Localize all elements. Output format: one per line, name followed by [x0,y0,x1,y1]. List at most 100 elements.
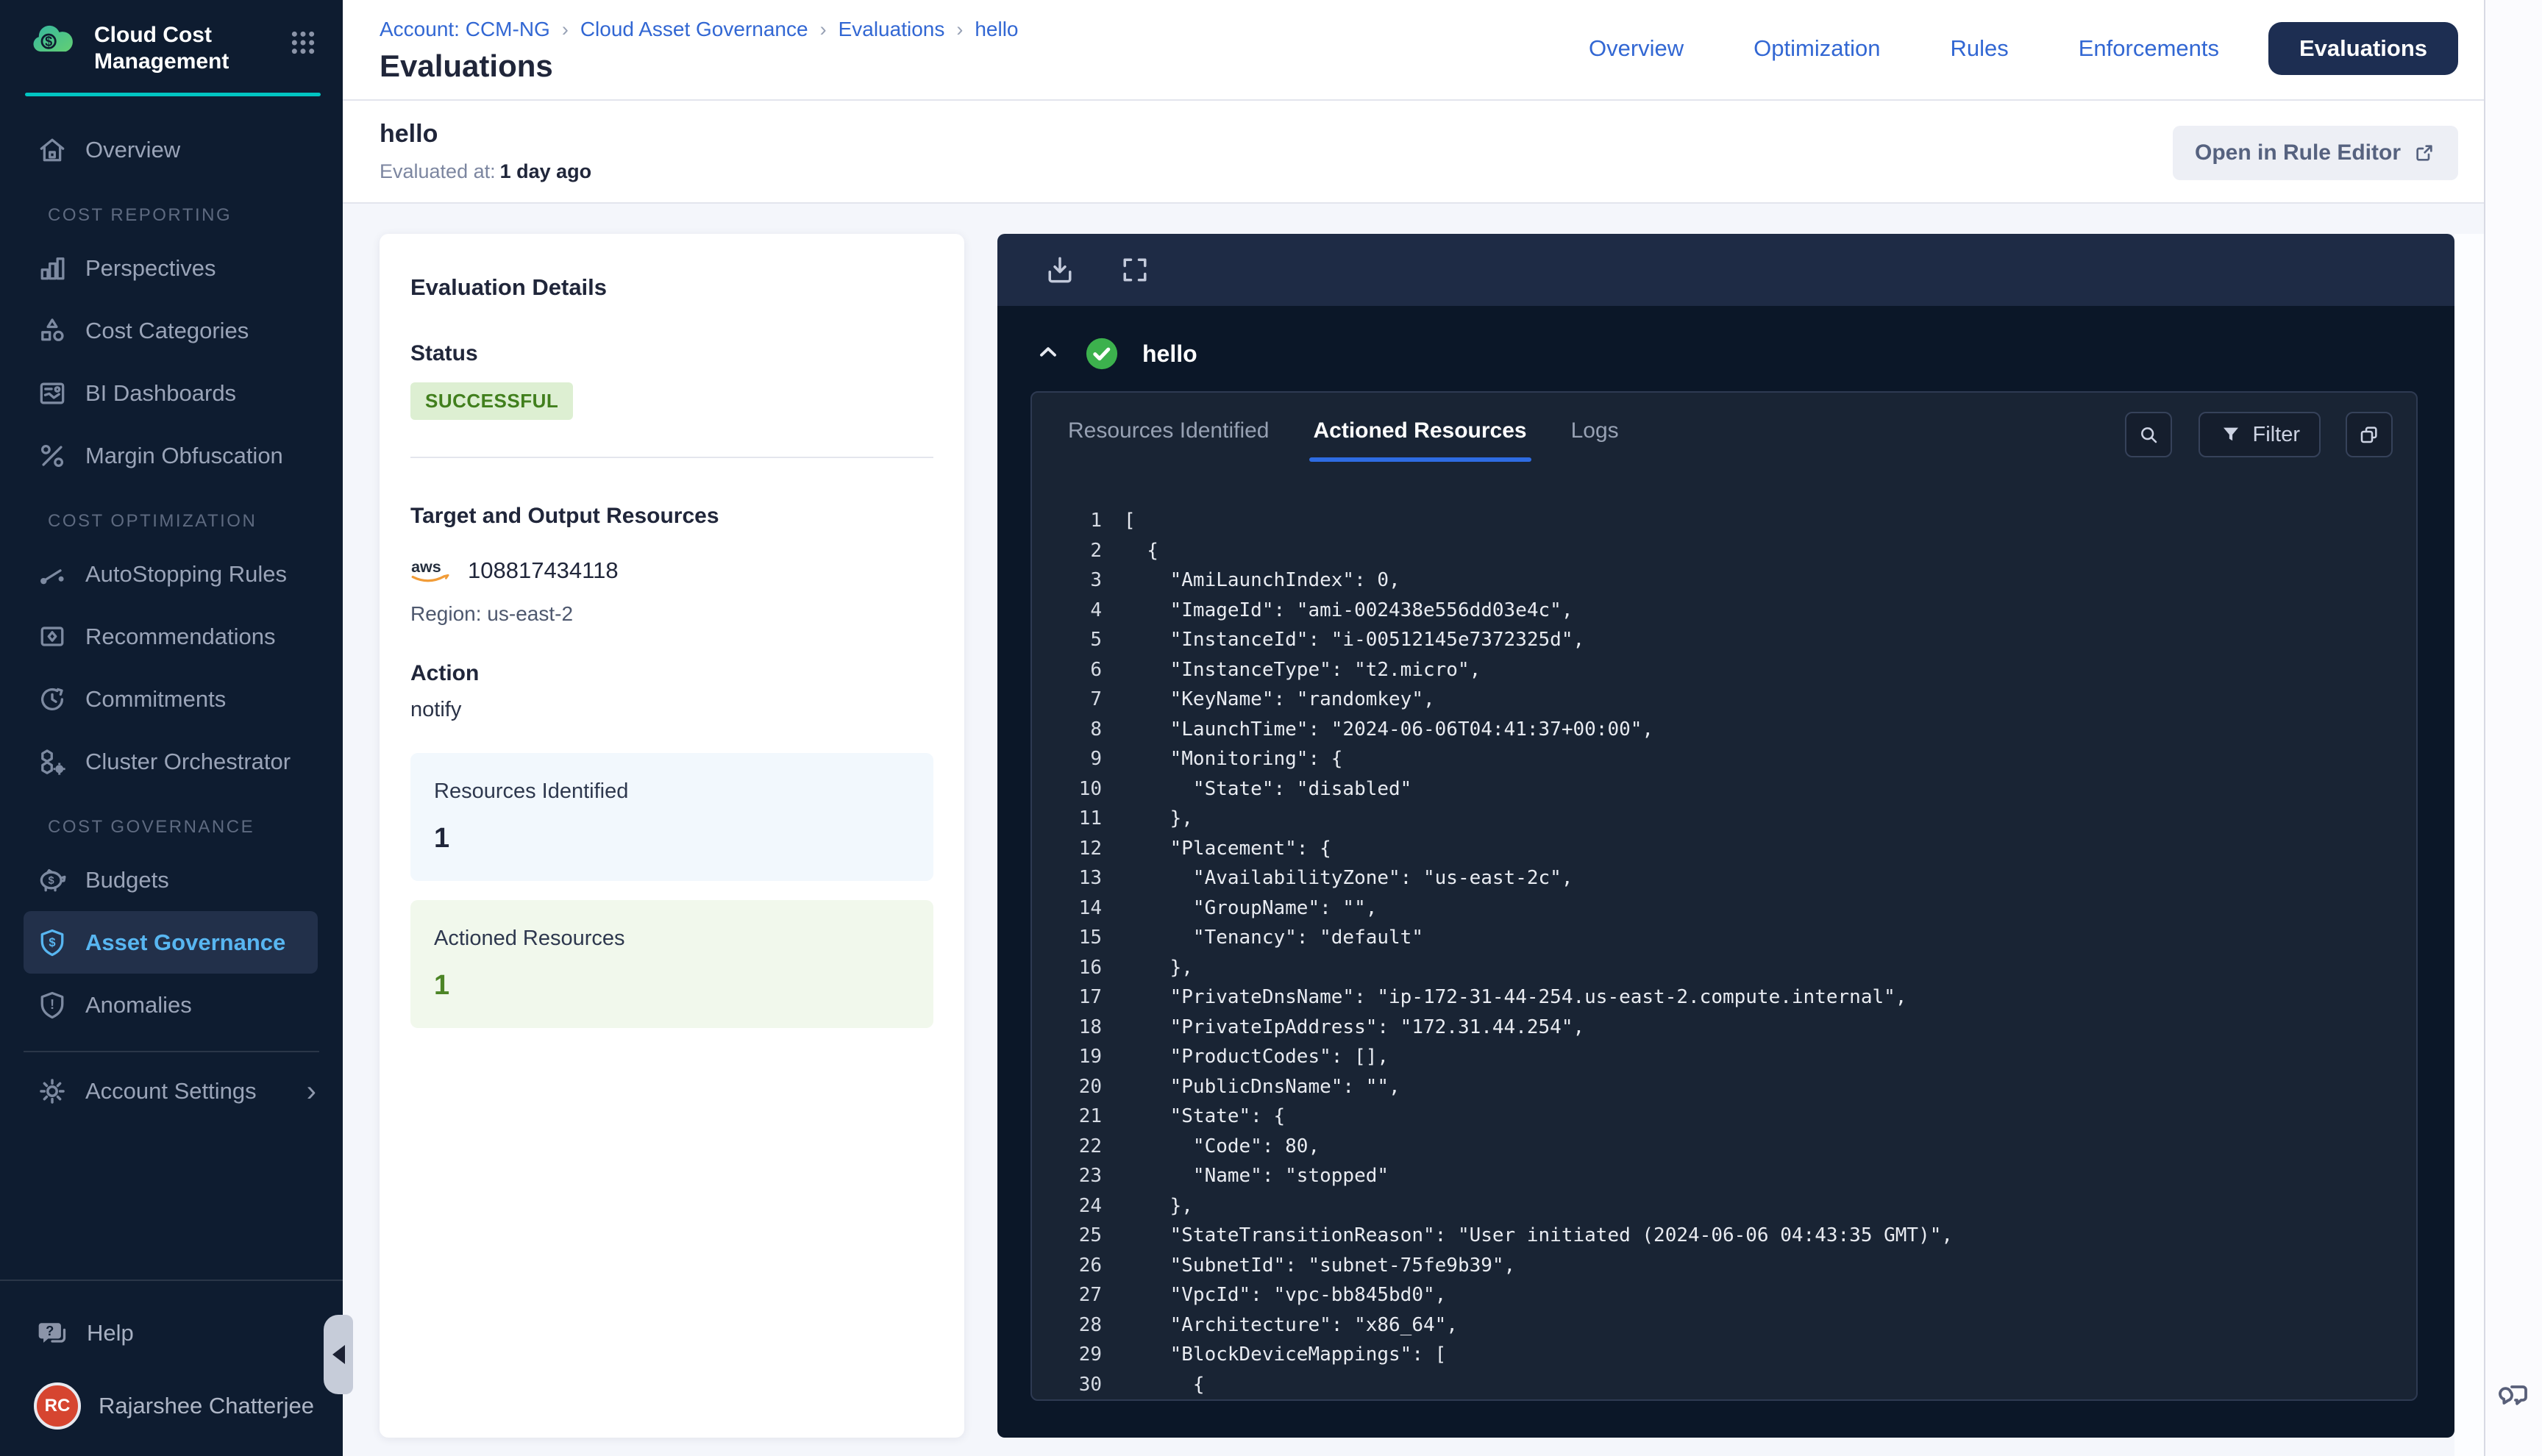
content-scrollbar[interactable] [2454,234,2484,1456]
chevron-right-icon: › [307,1077,316,1106]
code-line: 15 "Tenancy": "default" [1064,923,2416,953]
topnav-optimization[interactable]: Optimization [1754,35,1880,62]
breadcrumb-link[interactable]: Account: CCM-NG [380,18,550,41]
fullscreen-icon[interactable] [1119,254,1151,286]
results-toolbar: Filter [2125,412,2393,457]
line-text: }, [1124,804,1193,834]
topnav-enforcements[interactable]: Enforcements [2079,35,2219,62]
sidebar-item-asset-governance[interactable]: $ Asset Governance [24,911,318,974]
sidebar-item-overview[interactable]: Overview [0,118,343,181]
code-line: 13 "AvailabilityZone": "us-east-2c", [1064,863,2416,893]
filter-button[interactable]: Filter [2199,412,2321,457]
line-text: "Name": "stopped" [1124,1161,1389,1191]
chevron-up-icon[interactable] [1035,339,1061,369]
code-line: 23 "Name": "stopped" [1064,1161,2416,1191]
feedback-chat-icon[interactable] [2496,1377,2532,1416]
sidebar-item-margin-obfuscation[interactable]: Margin Obfuscation [0,424,343,487]
code-line: 3 "AmiLaunchIndex": 0, [1064,565,2416,596]
sidebar-section-label: COST GOVERNANCE [0,806,343,849]
sidebar-collapse-handle[interactable] [324,1315,353,1394]
line-number: 20 [1064,1072,1102,1102]
sidebar-item-label: Overview [85,137,180,163]
line-text: "VpcId": "vpc-bb845bd0", [1124,1280,1446,1310]
sidebar: $ Cloud Cost Management OverviewCOST REP… [0,0,343,1456]
code-line: 18 "PrivateIpAddress": "172.31.44.254", [1064,1013,2416,1043]
code-line: 6 "InstanceType": "t2.micro", [1064,655,2416,685]
stat-box-actioned-resources: Actioned Resources1 [410,900,933,1028]
line-text: "PublicDnsName": "", [1124,1072,1400,1102]
line-text: "Monitoring": { [1124,744,1342,774]
evaluation-run-row[interactable]: hello [1030,325,2418,372]
sidebar-item-label: Perspectives [85,255,216,282]
line-text: { [1124,1370,1205,1400]
code-viewer[interactable]: 1[2 {3 "AmiLaunchIndex": 0,4 "ImageId": … [1064,506,2416,1399]
help-chat-icon: ? [35,1316,69,1350]
autostopping-rules-icon [35,557,69,591]
evaluation-subheader: hello Evaluated at:1 day ago Open in Rul… [343,101,2484,204]
code-line: 27 "VpcId": "vpc-bb845bd0", [1064,1280,2416,1310]
stat-label: Resources Identified [434,779,910,804]
sidebar-item-cost-categories[interactable]: Cost Categories [0,299,343,362]
topnav-evaluations[interactable]: Evaluations [2268,22,2458,75]
sidebar-item-budgets[interactable]: $Budgets [0,849,343,911]
sidebar-item-account-settings[interactable]: Account Settings › [0,1060,343,1122]
code-line: 8 "LaunchTime": "2024-06-06T04:41:37+00:… [1064,715,2416,745]
stat-box-resources-identified: Resources Identified 1 [410,753,933,881]
sidebar-item-label: Cluster Orchestrator [85,749,291,775]
line-number: 26 [1064,1251,1102,1281]
stat-label: Actioned Resources [434,927,910,951]
tab-logs[interactable]: Logs [1567,418,1623,462]
results-card: Resources Identified Actioned Resources Lo… [1030,391,2418,1401]
sidebar-item-anomalies[interactable]: !Anomalies [0,974,343,1036]
code-line: 2 { [1064,536,2416,566]
code-line: 24 }, [1064,1191,2416,1221]
code-line: 21 "State": { [1064,1102,2416,1132]
sidebar-item-recommendations[interactable]: Recommendations [0,605,343,668]
stat-value: 1 [434,823,910,854]
topnav-rules[interactable]: Rules [1950,35,2008,62]
topnav-overview[interactable]: Overview [1589,35,1684,62]
anomalies-icon: ! [35,988,69,1022]
download-icon[interactable] [1044,254,1076,286]
code-line: 11 }, [1064,804,2416,834]
module-grid-icon[interactable] [288,28,318,61]
sidebar-item-label: Cost Categories [85,318,249,344]
code-line: 4 "ImageId": "ami-002438e556dd03e4c", [1064,596,2416,626]
help-button[interactable]: ? Help [0,1281,343,1350]
breadcrumb-link[interactable]: Evaluations [839,18,945,41]
sidebar-item-cluster-orchestrator[interactable]: Cluster Orchestrator [0,730,343,793]
asset-governance-icon: $ [35,926,69,960]
sidebar-item-autostopping-rules[interactable]: AutoStopping Rules [0,543,343,605]
search-icon [2137,423,2160,446]
line-number: 23 [1064,1161,1102,1191]
status-label: Status [410,341,933,366]
sidebar-item-label: BI Dashboards [85,380,236,407]
copy-button[interactable] [2346,412,2393,457]
product-title: Cloud Cost Management [94,22,253,75]
breadcrumb-link[interactable]: hello [975,18,1018,41]
line-text: "InstanceId": "i-00512145e7372325d", [1124,625,1584,655]
success-check-icon [1085,337,1119,371]
line-text: "Placement": { [1124,834,1331,864]
line-number: 30 [1064,1370,1102,1400]
open-in-rule-editor-button[interactable]: Open in Rule Editor [2173,126,2458,180]
tab-actioned-resources[interactable]: Actioned Resources [1309,418,1531,462]
sidebar-item-commitments[interactable]: Commitments [0,668,343,730]
sidebar-item-perspectives[interactable]: Perspectives [0,237,343,299]
svg-text:$: $ [48,875,54,887]
breadcrumb-link[interactable]: Cloud Asset Governance [580,18,808,41]
governance-topnav: Overview Optimization Rules Enforcements Eva… [1589,22,2458,75]
sidebar-item-bi-dashboards[interactable]: BI Dashboards [0,362,343,424]
sidebar-item-label: Asset Governance [85,929,285,956]
code-line: 17 "PrivateDnsName": "ip-172-31-44-254.u… [1064,982,2416,1013]
code-line: 5 "InstanceId": "i-00512145e7372325d", [1064,625,2416,655]
perspectives-icon [35,251,69,285]
user-menu[interactable]: RC Rajarshee Chatterjee [0,1350,343,1456]
run-name: hello [1142,340,1197,368]
search-button[interactable] [2125,412,2172,457]
evaluation-summary: hello Evaluated at:1 day ago [380,120,591,183]
tab-resources-identified[interactable]: Resources Identified [1064,418,1274,462]
line-text: "Tenancy": "default" [1124,923,1423,953]
external-link-icon [2413,141,2436,165]
line-text: "SubnetId": "subnet-75fe9b39", [1124,1251,1515,1281]
